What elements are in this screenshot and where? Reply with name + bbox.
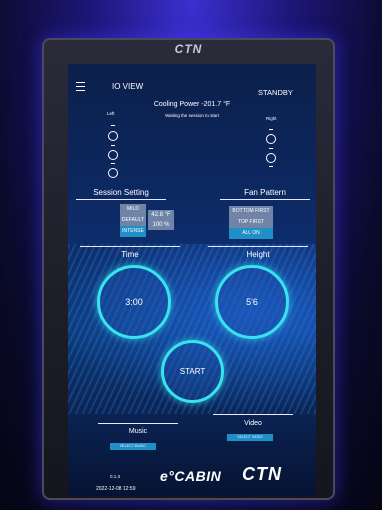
right-dash <box>269 148 273 149</box>
time-value: 3:00 <box>125 297 143 307</box>
left-dash <box>111 145 115 146</box>
fan-all-on-button[interactable]: ALL ON <box>229 228 273 239</box>
fan-pattern-group: BOTTOM FIRST TOP FIRST ALL ON <box>229 206 273 239</box>
page-title: IO VIEW <box>112 82 144 91</box>
right-dash <box>269 166 273 167</box>
time-dial[interactable]: 3:00 <box>97 265 171 339</box>
height-value: 5'6 <box>246 297 258 307</box>
mode-default-button[interactable]: DEFAULT <box>120 215 146 226</box>
bezel-logo: CTN <box>174 42 203 56</box>
music-title: Music <box>128 428 148 435</box>
status-label: STANDBY <box>258 88 293 97</box>
left-face-icon <box>108 150 118 160</box>
height-title: Height <box>246 250 270 259</box>
session-setting-title: Session Setting <box>93 188 149 197</box>
start-label: START <box>179 367 206 376</box>
left-face-icon <box>108 131 118 141</box>
left-label: Left <box>107 111 115 116</box>
video-title: Video <box>244 420 262 427</box>
percent-value: 100 % <box>152 222 170 228</box>
select-music-button[interactable]: SELECT MUSIC <box>110 443 156 450</box>
left-face-icon <box>108 168 118 178</box>
right-face-icon <box>266 134 276 144</box>
divider <box>220 199 310 200</box>
mode-intense-button[interactable]: INTENSE <box>120 226 146 237</box>
mode-mild-button[interactable]: MILD <box>120 204 146 215</box>
left-dash <box>111 163 115 164</box>
divider <box>76 199 166 200</box>
fan-top-first-button[interactable]: TOP FIRST <box>229 217 273 228</box>
select-video-button[interactable]: SELECT VIDEO <box>227 434 273 441</box>
right-dash <box>269 129 273 130</box>
temperature-value: 42.8 °F <box>151 212 171 218</box>
session-readout: 42.8 °F 100 % <box>148 210 174 230</box>
divider <box>80 246 180 247</box>
right-label: Right <box>266 116 277 121</box>
fan-pattern-title: Fan Pattern <box>244 188 286 197</box>
divider <box>213 414 293 415</box>
datetime-label: 2022-12-08 12:59 <box>96 486 136 492</box>
ecabin-logo: e°CABIN <box>160 468 222 484</box>
time-title: Time <box>121 250 139 259</box>
height-dial[interactable]: 5'6 <box>215 265 289 339</box>
kiosk-screen: IO VIEW STANDBY Cooling Power -201.7 °F … <box>68 64 316 496</box>
ctn-logo: CTN <box>242 464 282 484</box>
right-face-icon <box>266 153 276 163</box>
divider <box>98 423 178 424</box>
start-button[interactable]: START <box>161 340 224 403</box>
left-dash <box>111 125 115 126</box>
version-label: 0.1.3 <box>110 474 121 479</box>
waiting-message: Waiting the session to start <box>165 113 219 118</box>
cooling-power-label: Cooling Power -201.7 °F <box>153 101 231 108</box>
fan-bottom-first-button[interactable]: BOTTOM FIRST <box>229 206 273 217</box>
divider <box>208 246 308 247</box>
menu-icon[interactable] <box>76 82 85 91</box>
session-mode-group: MILD DEFAULT INTENSE <box>120 204 146 237</box>
